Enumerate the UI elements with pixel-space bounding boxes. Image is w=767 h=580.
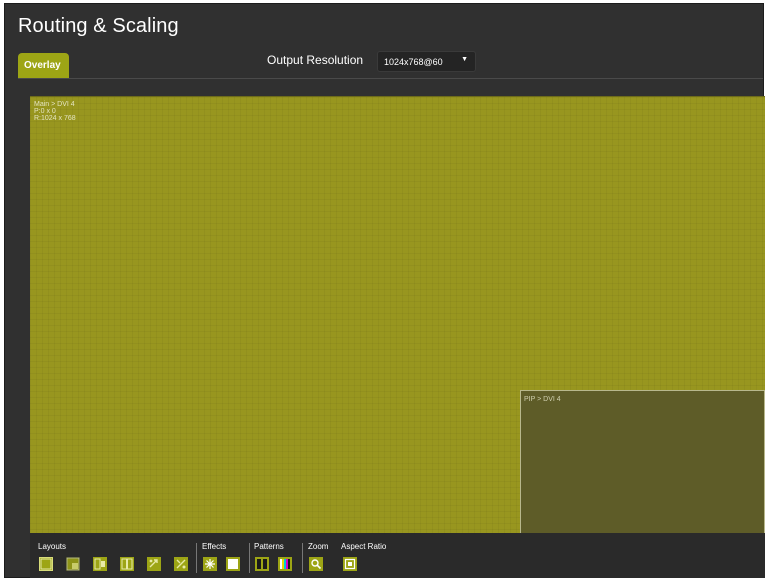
layouts-group: Layouts [38,542,66,552]
page-title: Routing & Scaling [18,15,179,37]
zoom-magnifier-icon[interactable] [309,557,323,571]
toolbar-divider [196,543,197,573]
main-window-resolution: R:1024 x 768 [34,115,76,122]
output-resolution-select[interactable]: 1024x768@60 ▼ [377,51,476,72]
main-window-source: Main > DVI 4 [34,101,75,108]
aspect-ratio-icon[interactable] [343,557,357,571]
patterns-label: Patterns [254,542,284,551]
layout-swap-icon[interactable] [147,557,161,571]
main-window-position: P:0 x 0 [34,108,56,115]
toolbar-divider [302,543,303,573]
effects-group: Effects [202,542,226,552]
aspect-ratio-label: Aspect Ratio [341,542,387,551]
output-canvas[interactable]: Main > DVI 4 P:0 x 0 R:1024 x 768 PIP > … [30,96,765,533]
output-resolution-label: Output Resolution [267,53,364,67]
pip-window[interactable]: PIP > DVI 4 [520,390,765,533]
layouts-label: Layouts [38,542,67,551]
header-divider [18,78,763,79]
aspect-ratio-group: Aspect Ratio [341,542,386,552]
tab-overlay[interactable]: Overlay [18,53,69,78]
layout-single-icon[interactable] [39,557,53,571]
pattern-colorbars-icon[interactable] [278,557,292,571]
layout-pop-icon[interactable] [93,557,107,571]
effects-label: Effects [202,542,227,551]
bottom-toolbar: Layouts Effects Patterns Zoom Aspect Rat… [30,533,765,578]
layout-pip-icon[interactable] [66,557,80,571]
effect-transition-icon[interactable] [203,557,217,571]
patterns-group: Patterns [254,542,284,552]
output-resolution-value: 1024x768@60 [384,57,443,67]
layout-split-icon[interactable] [120,557,134,571]
toolbar-divider [249,543,250,573]
pip-window-source: PIP > DVI 4 [524,396,561,403]
layout-custom-icon[interactable] [174,557,188,571]
zoom-label: Zoom [308,542,329,551]
zoom-group: Zoom [308,542,328,552]
chevron-down-icon: ▼ [461,56,468,63]
main-window-info: Main > DVI 4 P:0 x 0 R:1024 x 768 [34,101,76,122]
pattern-bars-icon[interactable] [255,557,269,571]
effect-freeze-icon[interactable] [226,557,240,571]
